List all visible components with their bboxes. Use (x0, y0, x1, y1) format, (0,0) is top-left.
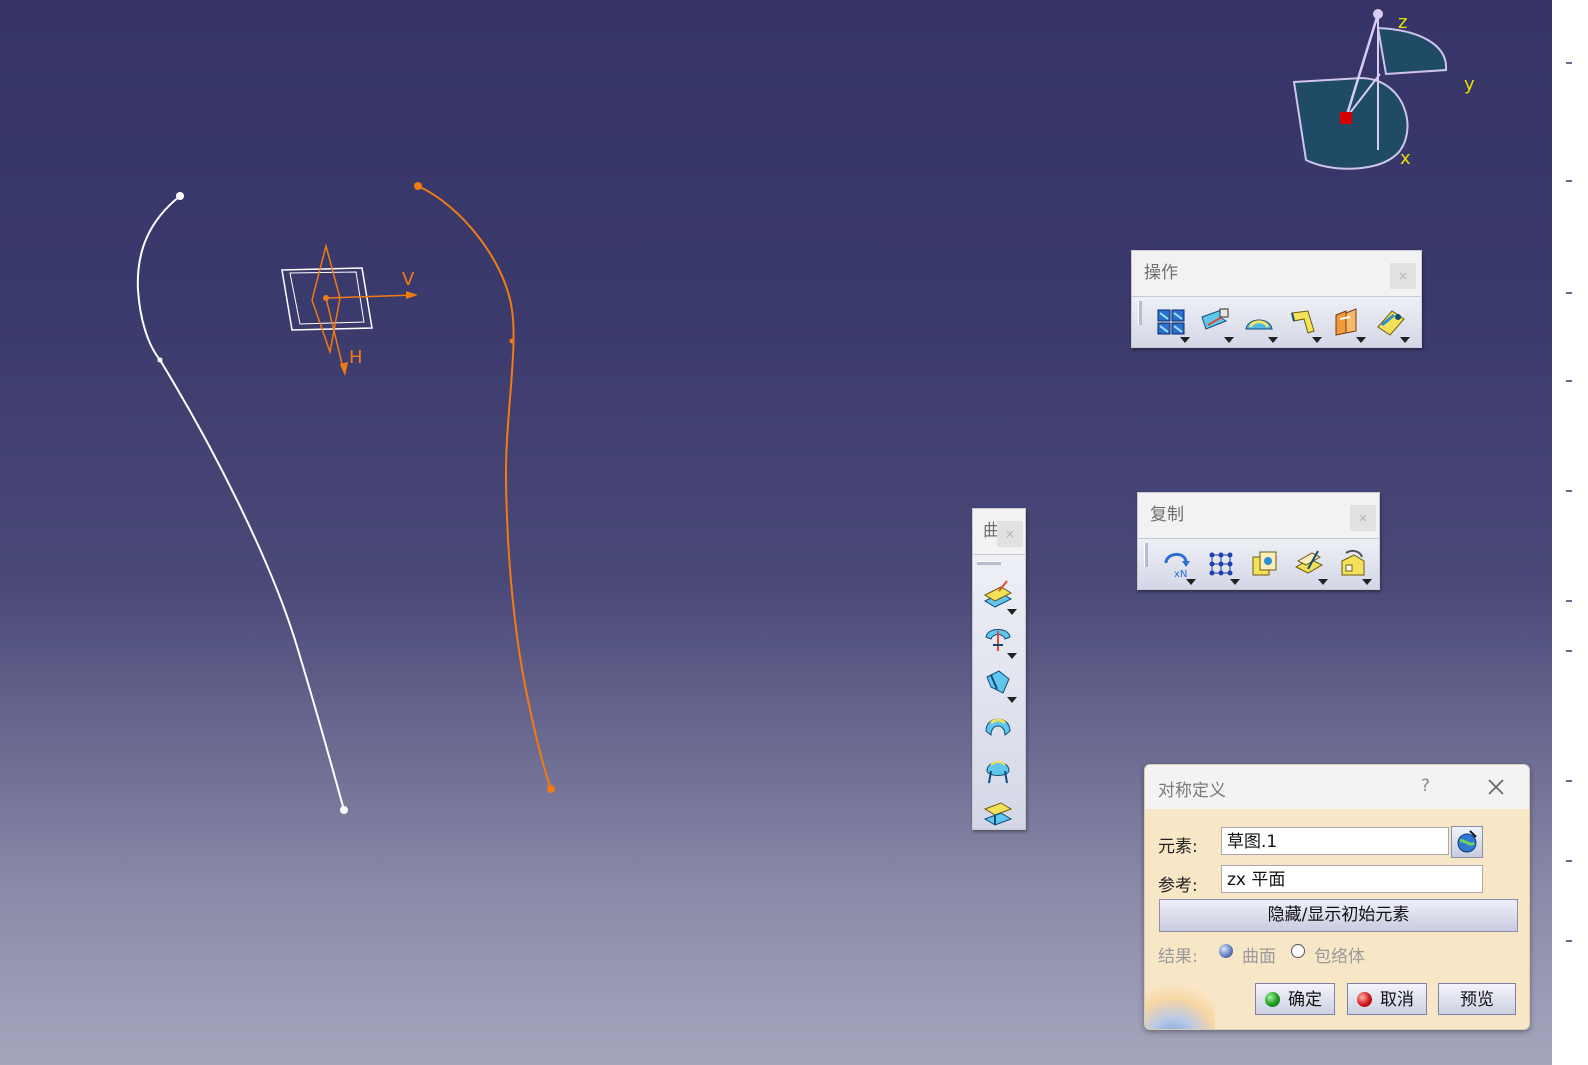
extrapolate-icon[interactable] (1284, 303, 1322, 343)
translate-icon[interactable] (1328, 303, 1366, 343)
copy-toolbar[interactable]: 复制 × xN (1137, 492, 1380, 590)
extract-icon[interactable] (1372, 303, 1410, 343)
copy-toolbar-body: xN (1138, 538, 1379, 589)
sketch-label-h: H (349, 347, 363, 368)
compass-z-label: z (1398, 12, 1407, 33)
result-label: 结果: (1158, 947, 1198, 967)
dialog-decoration (1145, 975, 1215, 1029)
svg-text:xN: xN (1174, 569, 1187, 579)
dialog-titlebar[interactable]: 对称定义 ? (1145, 765, 1529, 809)
globe-select-icon (1457, 830, 1477, 853)
white-spline-curve[interactable] (136, 195, 345, 811)
compass-x-label: x (1400, 148, 1411, 169)
operations-toolbar-title[interactable]: 操作 (1132, 251, 1421, 295)
blend-icon[interactable] (979, 795, 1017, 833)
copy-toolbar-title[interactable]: 复制 (1138, 493, 1379, 537)
join-icon[interactable] (1152, 303, 1190, 343)
powercopy-icon[interactable] (1246, 545, 1284, 583)
compass-y-label: y (1464, 74, 1475, 95)
ok-icon (1265, 992, 1280, 1007)
reference-label: 参考: (1158, 876, 1198, 896)
instantiate-icon[interactable] (1290, 545, 1328, 585)
help-button[interactable]: ? (1421, 776, 1430, 796)
result-surface-label: 曲面 (1242, 947, 1276, 967)
offset-icon[interactable] (979, 663, 1017, 703)
orange-spline-end-point[interactable] (547, 785, 555, 793)
orange-spline-start-point[interactable] (414, 182, 422, 190)
result-volume-label: 包络体 (1314, 947, 1365, 967)
toolbar-grip[interactable] (977, 561, 1001, 565)
sketch-axis-system-icon[interactable]: V H (281, 243, 418, 376)
surfaces-toolbar[interactable]: 曲 × (972, 508, 1026, 830)
compass-icon[interactable]: z y x (1292, 9, 1475, 170)
operations-toolbar-close-button[interactable]: × (1390, 263, 1416, 289)
sketch-label-v: V (402, 269, 415, 290)
fillet-icon[interactable] (1240, 303, 1278, 343)
result-volume-radio[interactable] (1291, 944, 1305, 958)
orange-spline-mid-point[interactable] (509, 338, 515, 344)
white-spline-mid-point[interactable] (157, 357, 163, 363)
close-button[interactable] (1483, 774, 1509, 800)
surfaces-toolbar-body (973, 554, 1025, 829)
revolve-icon[interactable] (979, 619, 1017, 659)
extrude-icon[interactable] (979, 575, 1017, 615)
hide-show-initial-elements-button[interactable]: 隐藏/显示初始元素 (1159, 899, 1518, 932)
copy-toolbar-close-button[interactable]: × (1350, 505, 1376, 531)
result-surface-radio[interactable] (1219, 944, 1233, 958)
operations-toolbar-body (1132, 296, 1421, 347)
toolbar-grip[interactable] (1144, 543, 1148, 567)
element-field[interactable]: 草图.1 (1221, 827, 1449, 855)
catalog-icon[interactable] (1334, 545, 1372, 585)
cancel-button[interactable]: 取消 (1347, 983, 1427, 1015)
orange-spline-curve[interactable] (417, 185, 552, 790)
preview-button[interactable]: 预览 (1438, 983, 1516, 1015)
close-icon (1488, 779, 1504, 795)
ok-button-label: 确定 (1288, 990, 1322, 1010)
operations-toolbar[interactable]: 操作 × (1131, 250, 1422, 348)
right-window-edge (1552, 0, 1588, 1065)
pattern-icon[interactable] (1202, 545, 1240, 585)
cancel-icon (1357, 992, 1372, 1007)
symmetry-definition-dialog[interactable]: 对称定义 ? 元素: 草图.1 参考: zx 平面 隐藏/显示初始元素 结果: … (1144, 764, 1530, 1030)
reference-field[interactable]: zx 平面 (1221, 865, 1483, 893)
element-label: 元素: (1158, 837, 1198, 857)
cancel-button-label: 取消 (1380, 990, 1414, 1010)
element-select-button[interactable] (1451, 826, 1483, 858)
split-icon[interactable] (1196, 303, 1234, 343)
ok-button[interactable]: 确定 (1255, 983, 1335, 1015)
surfaces-toolbar-close-button[interactable]: × (997, 521, 1023, 547)
toolbar-grip[interactable] (1138, 301, 1142, 325)
sweep-icon[interactable] (979, 707, 1017, 745)
repetition-icon[interactable]: xN (1158, 545, 1196, 585)
white-spline-start-point[interactable] (176, 192, 184, 200)
multisection-icon[interactable] (979, 751, 1017, 789)
white-spline-end-point[interactable] (340, 806, 348, 814)
dialog-title: 对称定义 (1158, 781, 1226, 801)
